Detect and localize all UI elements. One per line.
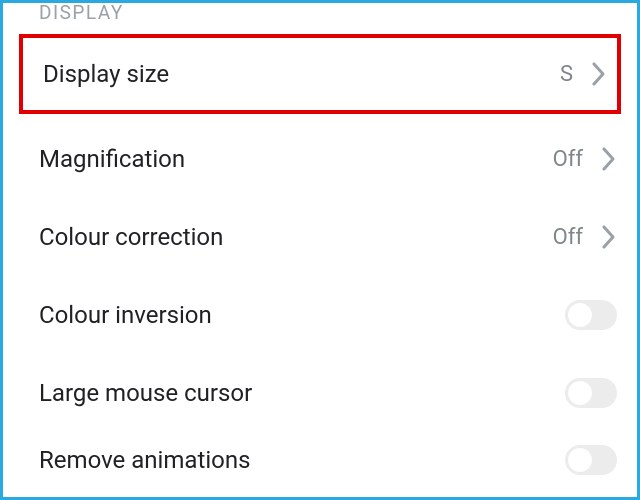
toggle-knob <box>567 447 593 473</box>
chevron-right-icon <box>601 224 617 250</box>
toggle-remove-animations[interactable] <box>565 445 617 475</box>
row-large-mouse-cursor[interactable]: Large mouse cursor <box>3 354 637 432</box>
row-label-large-mouse-cursor: Large mouse cursor <box>39 379 252 407</box>
row-label-magnification: Magnification <box>39 145 185 173</box>
settings-screen: DISPLAY Display size S Magnification Off… <box>0 0 640 500</box>
row-value-magnification: Off <box>553 147 583 172</box>
row-label-display-size: Display size <box>43 60 169 88</box>
toggle-knob <box>567 380 593 406</box>
row-label-colour-correction: Colour correction <box>39 223 223 251</box>
toggle-large-mouse-cursor[interactable] <box>565 378 617 408</box>
chevron-right-icon <box>591 61 607 87</box>
row-value-colour-correction: Off <box>553 225 583 250</box>
row-colour-correction[interactable]: Colour correction Off <box>3 198 637 276</box>
row-right: Off <box>553 146 617 172</box>
section-header-display: DISPLAY <box>3 0 637 30</box>
row-remove-animations[interactable]: Remove animations <box>3 432 637 488</box>
highlight-box: Display size S <box>19 34 621 114</box>
row-label-colour-inversion: Colour inversion <box>39 301 212 329</box>
row-right <box>565 300 617 330</box>
row-value-display-size: S <box>560 62 573 87</box>
toggle-colour-inversion[interactable] <box>565 300 617 330</box>
row-magnification[interactable]: Magnification Off <box>3 120 637 198</box>
row-label-remove-animations: Remove animations <box>39 446 251 474</box>
row-right <box>565 378 617 408</box>
row-right: Off <box>553 224 617 250</box>
row-colour-inversion[interactable]: Colour inversion <box>3 276 637 354</box>
row-right: S <box>560 61 607 87</box>
chevron-right-icon <box>601 146 617 172</box>
row-right <box>565 445 617 475</box>
toggle-knob <box>567 302 593 328</box>
row-display-size[interactable]: Display size S <box>23 38 617 110</box>
